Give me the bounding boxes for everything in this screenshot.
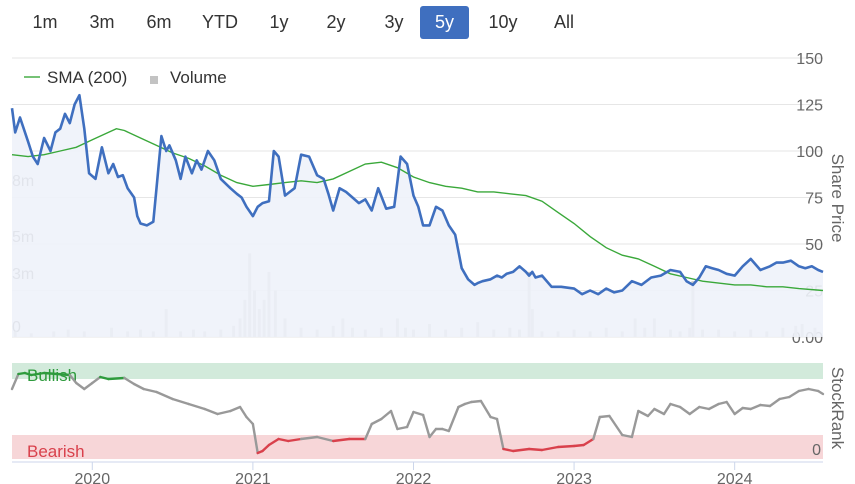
stockrank-segment [42, 371, 59, 376]
stockrank-segment [447, 405, 460, 433]
price-axis-title: Share Price [828, 154, 847, 243]
stockrank-segment [527, 447, 544, 452]
x-axis-tick-label: 2020 [75, 471, 111, 484]
stockrank-segment [75, 381, 86, 391]
stockrank-segment [669, 402, 682, 409]
x-axis-tick-label: 2024 [717, 471, 753, 484]
stockrank-segment [608, 414, 624, 437]
stockrank-segment [83, 381, 94, 391]
x-axis-tick-label: 2022 [396, 471, 432, 484]
stockrank-segment [572, 443, 585, 448]
stockrank-segment [725, 400, 736, 416]
price-axis-tick-label: 150 [796, 51, 823, 68]
stockrank-segment [637, 409, 650, 418]
stockrank-segment [653, 407, 666, 416]
stockrank-segment [707, 402, 720, 411]
bullish-band [12, 363, 823, 379]
stockrank-segment [759, 403, 772, 408]
stockrank-segment [717, 400, 728, 406]
stockrank-segment [778, 395, 791, 401]
stockrank-segment [768, 397, 781, 408]
stockrank-segment [229, 405, 242, 413]
stockrank-segment [807, 387, 820, 393]
price-axis-tick-label: 75 [805, 191, 823, 208]
stockrank-segment [203, 407, 219, 416]
stockrank-segment [238, 405, 248, 419]
stockrank-segment [646, 407, 656, 418]
price-area [12, 95, 823, 337]
stockrank-segment [788, 389, 801, 399]
legend-volume-swatch [150, 76, 158, 84]
x-axis-tick-label: 2023 [556, 471, 592, 484]
stockrank-segment [816, 389, 825, 396]
stockrank-segment [171, 397, 190, 406]
stockrank-segment [630, 409, 640, 439]
stockrank-segment [142, 387, 158, 394]
legend-sma-label: SMA (200) [47, 68, 127, 87]
stockrank-segment [733, 406, 744, 416]
stockrank-segment [741, 406, 752, 411]
stockrank-segment [421, 413, 431, 439]
x-axis-tick-label: 2021 [235, 471, 271, 484]
stock-chart: 0.0025507510012515003m5m8mSMA (200)Volum… [10, 51, 847, 484]
stockrank-segment [155, 390, 174, 401]
stockrank-segment [412, 410, 425, 417]
stockrank-segment [245, 415, 255, 426]
price-axis-tick-label: 50 [805, 237, 823, 254]
stockrank-segment [216, 409, 232, 416]
stockrank-segment [678, 405, 691, 416]
stockrank-segment [698, 405, 711, 411]
stockrank-segment [405, 410, 415, 429]
stockrank-segment [470, 399, 483, 404]
stockrank-axis-title: StockRank [828, 367, 847, 450]
bearish-label: Bearish [27, 442, 85, 461]
legend-volume-label: Volume [170, 68, 227, 87]
stockrank-segment [598, 414, 611, 419]
stockrank-segment [749, 403, 762, 411]
stockrank-segment [187, 402, 206, 411]
stockrank-segment [688, 405, 701, 416]
stockrank-segment [380, 409, 393, 421]
stockrank-segment [662, 402, 672, 416]
bearish-band [12, 435, 823, 459]
stockrank-segment [396, 425, 409, 431]
stockrank-segment [797, 387, 810, 393]
stockrank-segment [107, 376, 126, 381]
stockrank-segment [389, 409, 399, 431]
legend: SMA (200) Volume [24, 68, 227, 87]
stockrank-segment [132, 382, 145, 391]
stockrank-segment [55, 372, 72, 377]
stockrank-axis-tick-label: 0 [812, 442, 821, 459]
stockrank-segment [370, 417, 383, 426]
price-axis-tick-label: 125 [796, 98, 823, 115]
stockrank-segment [556, 444, 576, 449]
price-axis-tick-label: 100 [796, 144, 823, 161]
stockrank-segment [479, 399, 492, 419]
